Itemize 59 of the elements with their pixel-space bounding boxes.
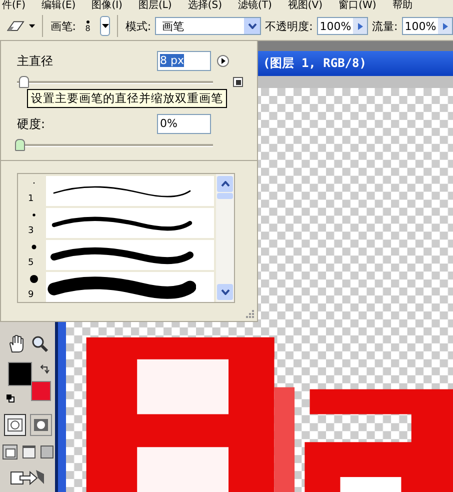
hand-icon[interactable]: [6, 334, 26, 354]
mode-label: 模式:: [125, 18, 152, 34]
screen-mode-icon[interactable]: [2, 444, 18, 460]
brush-label: 画笔:: [50, 18, 76, 34]
opacity-field[interactable]: 100%: [316, 17, 368, 35]
mask-on-icon: [32, 418, 48, 432]
hardness-label: 硬度:: [17, 116, 46, 132]
document-title: (图层 1, RGB/8): [263, 55, 366, 72]
scrollbar[interactable]: [216, 174, 234, 302]
default-colors-icon[interactable]: [6, 394, 14, 403]
chevron-down-icon: [220, 289, 230, 295]
quick-mask-button[interactable]: [30, 414, 52, 436]
menu-item[interactable]: 滤镜(T): [238, 0, 272, 12]
screen-mode-icon[interactable]: [22, 445, 36, 459]
tooltip: 设置主要画笔的直径并缩放双重画笔: [27, 89, 227, 108]
save-preset-icon[interactable]: [233, 77, 243, 87]
standard-mode-button[interactable]: [4, 414, 26, 436]
chevron-down-icon: [248, 23, 257, 29]
menu-item[interactable]: 件(F): [2, 0, 26, 12]
caret-icon: [102, 24, 109, 28]
menu-item[interactable]: 图像(I): [92, 0, 122, 12]
panel-menu-icon[interactable]: [217, 55, 229, 67]
mask-off-icon: [6, 418, 22, 432]
menu-item[interactable]: 编辑(E): [42, 0, 76, 12]
flow-label: 流量:: [372, 18, 398, 34]
menu-item[interactable]: 选择(S): [188, 0, 222, 12]
eraser-icon[interactable]: [6, 19, 26, 33]
zoom-icon[interactable]: [30, 335, 48, 353]
chevron-up-icon: [220, 181, 230, 187]
brush-size: 1: [27, 195, 34, 204]
arrow-right-icon: [442, 22, 448, 30]
brush-tip-icon: [29, 274, 39, 284]
menu-item[interactable]: 图层(L): [138, 0, 172, 12]
brush-dot-icon: [86, 20, 90, 24]
opacity-label: 不透明度:: [265, 18, 313, 34]
resize-grip-icon[interactable]: [245, 309, 255, 319]
background-color-swatch[interactable]: [30, 381, 50, 401]
menu-item[interactable]: 视图(V): [288, 0, 323, 12]
brush-size: 8: [85, 24, 90, 32]
menu-item[interactable]: 帮助: [392, 0, 412, 12]
brush-picker-button[interactable]: [100, 16, 110, 36]
swap-icon[interactable]: [40, 364, 50, 374]
flow-field[interactable]: 100%: [402, 17, 453, 35]
arrow-right-icon: [358, 22, 363, 30]
brush-tip-icon: [29, 242, 39, 252]
screen-mode-icon[interactable]: [40, 445, 54, 459]
caret-icon[interactable]: [29, 24, 36, 28]
diameter-field[interactable]: 8 px: [157, 51, 211, 71]
brush-size: 5: [27, 259, 34, 268]
diameter-label: 主直径: [17, 52, 54, 70]
stroke-preview-icon: [46, 275, 196, 299]
hardness-field[interactable]: 0%: [157, 114, 211, 134]
slider-thumb[interactable]: [15, 139, 25, 151]
slider-thumb[interactable]: [18, 76, 29, 88]
brush-size: 3: [27, 227, 34, 236]
jump-to-icon[interactable]: [10, 468, 46, 486]
brush-size: 9: [27, 291, 34, 300]
mode-dropdown[interactable]: 画笔: [155, 17, 262, 35]
foreground-color-swatch[interactable]: [8, 362, 32, 386]
